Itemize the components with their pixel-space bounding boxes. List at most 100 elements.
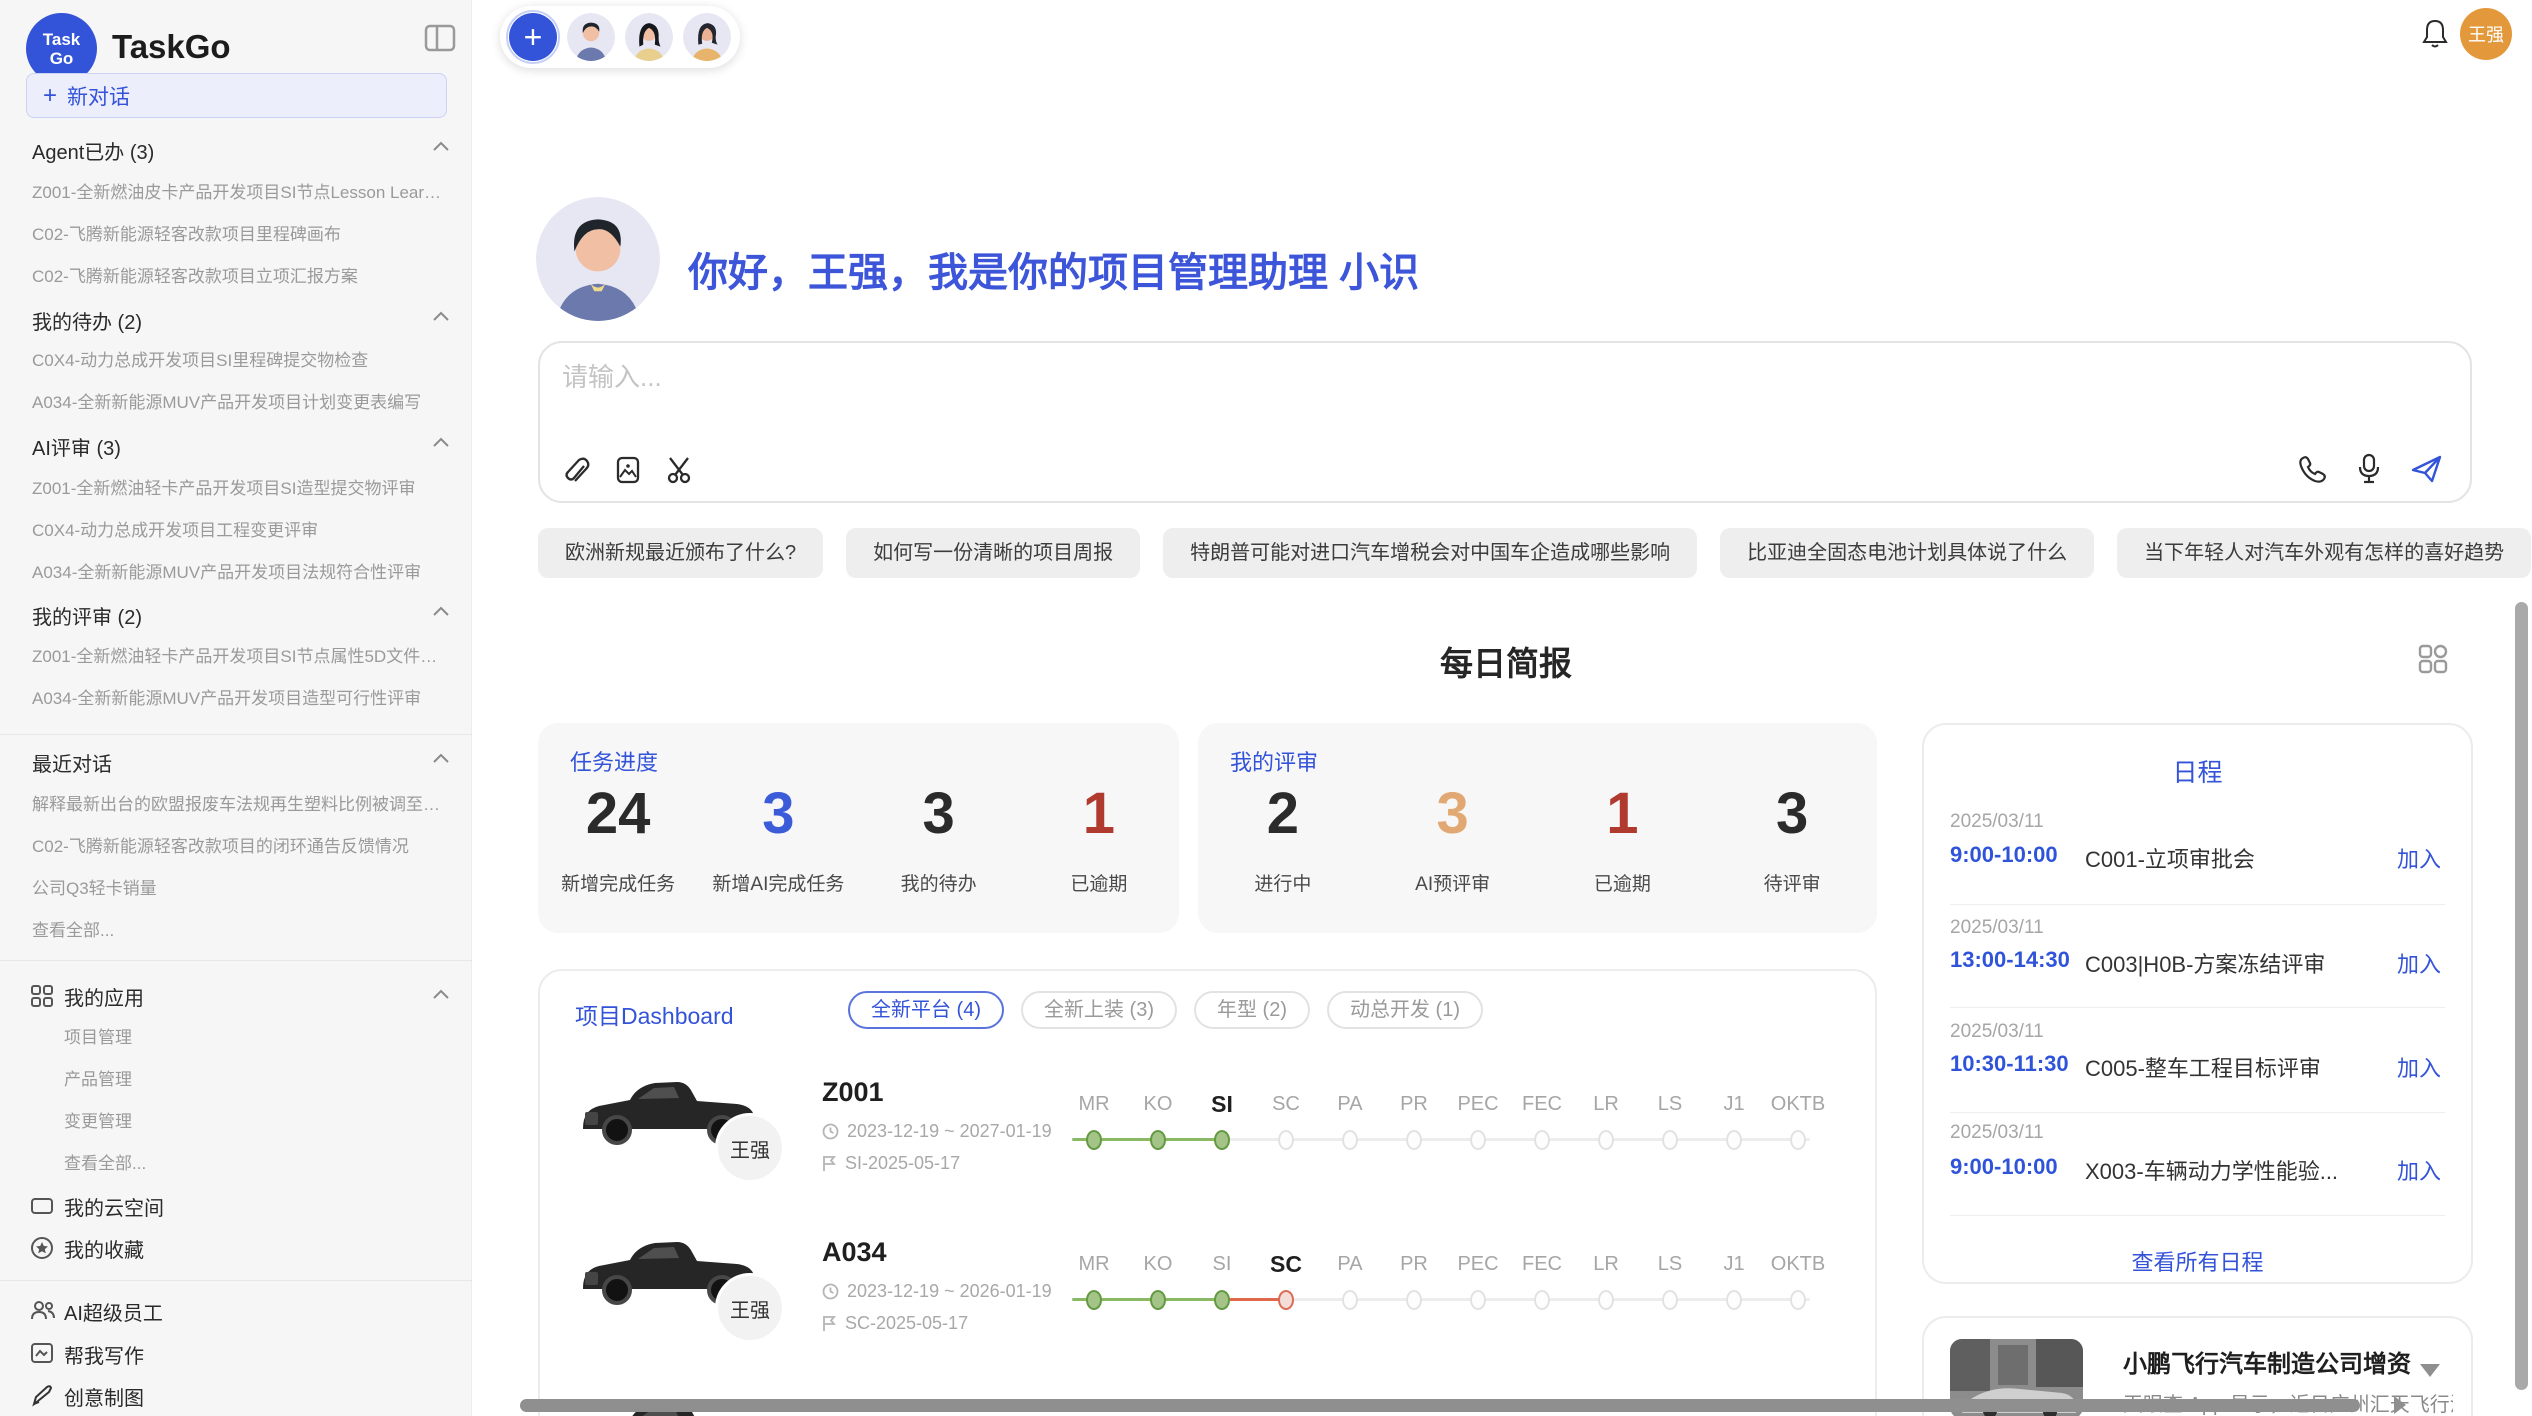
divider [0, 734, 472, 735]
tab-model-year[interactable]: 年型 (2) [1194, 991, 1310, 1029]
list-item[interactable]: C02-飞腾新能源轻客改款项目立项汇报方案 [32, 262, 444, 287]
scissors-icon[interactable] [666, 455, 696, 485]
stat-new-ai-done: 3新增AI完成任务 [698, 785, 858, 896]
section-recent-chats[interactable]: 最近对话 [32, 748, 112, 777]
notification-bell-icon[interactable] [2420, 18, 2450, 50]
list-item[interactable]: A034-全新新能源MUV产品开发项目计划变更表编写 [32, 388, 444, 413]
news-title: 小鹏飞行汽车制造公司增资 [2123, 1344, 2411, 1379]
agent-avatar-3[interactable] [683, 13, 731, 61]
chevron-up-icon[interactable] [432, 752, 450, 764]
view-all-chats-link[interactable]: 查看全部... [32, 916, 444, 941]
join-event-link[interactable]: 加入 [2397, 1051, 2441, 1083]
sidebar-item-creative-drawing[interactable]: 创意制图 [64, 1382, 144, 1411]
chevron-up-icon[interactable] [432, 605, 450, 617]
scroll-right-arrow-icon[interactable] [2394, 1396, 2406, 1414]
apps-grid-icon [30, 984, 54, 1008]
vertical-scrollbar[interactable] [2515, 602, 2528, 1390]
join-event-link[interactable]: 加入 [2397, 947, 2441, 979]
view-all-schedule-link[interactable]: 查看所有日程 [1924, 1245, 2471, 1277]
section-agent-done[interactable]: Agent已办 (3) [32, 136, 154, 165]
event-name: C005-整车工程目标评审 [2085, 1051, 2321, 1083]
project-flag-milestone: SC-2025-05-17 [822, 1313, 968, 1334]
sidebar-item-favorites[interactable]: 我的收藏 [64, 1234, 144, 1263]
divider [1950, 904, 2445, 905]
sidebar-item-ai-staff[interactable]: AI超级员工 [64, 1297, 163, 1326]
milestone-track [1062, 1290, 1830, 1310]
new-chat-button[interactable]: + 新对话 [26, 73, 447, 118]
list-item[interactable]: A034-全新新能源MUV产品开发项目法规符合性评审 [32, 558, 444, 583]
list-item[interactable]: C02-飞腾新能源轻客改款项目的闭环通告反馈情况 [32, 832, 444, 857]
greeting-text: 你好，王强，我是你的项目管理助理 小识 [688, 240, 1419, 298]
phone-icon[interactable] [2298, 454, 2328, 484]
view-all-apps-link[interactable]: 查看全部... [64, 1149, 444, 1174]
tab-new-platform[interactable]: 全新平台 (4) [848, 991, 1004, 1029]
section-ai-review[interactable]: AI评审 (3) [32, 432, 121, 461]
daily-briefing-title: 每日简报 [538, 637, 2474, 685]
writing-icon [30, 1342, 54, 1364]
list-item[interactable]: Z001-全新燃油轻卡产品开发项目SI造型提交物评审 [32, 474, 444, 499]
horizontal-scrollbar[interactable] [520, 1399, 2360, 1412]
assistant-avatar [536, 197, 660, 321]
divider [0, 1280, 472, 1281]
list-item[interactable]: 公司Q3轻卡销量 [32, 874, 444, 899]
chevron-up-icon[interactable] [432, 988, 450, 1000]
clock-icon [822, 1123, 839, 1140]
agent-avatar-1[interactable] [567, 13, 615, 61]
sidebar-item-change-mgmt[interactable]: 变更管理 [64, 1107, 444, 1132]
tab-powertrain[interactable]: 动总开发 (1) [1327, 991, 1483, 1029]
flag-icon [822, 1155, 837, 1172]
suggestion-chip[interactable]: 如何写一份清晰的项目周报 [846, 528, 1140, 578]
list-item[interactable]: C0X4-动力总成开发项目工程变更评审 [32, 516, 444, 541]
section-my-todo[interactable]: 我的待办 (2) [32, 306, 142, 335]
list-item[interactable]: C0X4-动力总成开发项目SI里程碑提交物检查 [32, 346, 444, 371]
list-item[interactable]: Z001-全新燃油皮卡产品开发项目SI节点Lesson Learn报告 [32, 178, 444, 203]
section-my-review[interactable]: 我的评审 (2) [32, 601, 142, 630]
project-code: A034 [822, 1237, 887, 1268]
project-row[interactable]: 王强 Z001 2023-12-19 ~ 2027-01-19 SI-2025-… [540, 1061, 1877, 1221]
add-agent-button[interactable]: + [509, 13, 557, 61]
sidebar-item-help-writing[interactable]: 帮我写作 [64, 1340, 144, 1369]
chevron-up-icon[interactable] [432, 140, 450, 152]
stat-ai-prereview: 3AI预评审 [1368, 785, 1538, 896]
suggestion-chip[interactable]: 当下年轻人对汽车外观有怎样的喜好趋势 [2117, 528, 2531, 578]
suggestion-chip[interactable]: 欧洲新规最近颁布了什么? [538, 528, 823, 578]
stat-review-overdue: 1已逾期 [1538, 785, 1708, 896]
sidebar-item-my-apps[interactable]: 我的应用 [64, 982, 144, 1011]
app-title: TaskGo [112, 28, 231, 66]
suggestion-chips: 欧洲新规最近颁布了什么? 如何写一份清晰的项目周报 特朗普可能对进口汽车增税会对… [538, 528, 2531, 578]
event-time: 9:00-10:00 [1950, 1154, 2058, 1180]
project-row[interactable]: 王强 A034 2023-12-19 ~ 2026-01-19 SC-2025-… [540, 1221, 1877, 1381]
event-time: 13:00-14:30 [1950, 947, 2070, 973]
event-name: C001-立项审批会 [2085, 842, 2255, 874]
event-date: 2025/03/11 [1950, 917, 2044, 939]
join-event-link[interactable]: 加入 [2397, 1154, 2441, 1186]
list-item[interactable]: Z001-全新燃油轻卡产品开发项目SI节点属性5D文件评审 [32, 642, 444, 667]
image-icon[interactable] [614, 455, 642, 485]
chat-input[interactable] [562, 357, 2262, 417]
divider [0, 960, 472, 961]
sidebar-collapse-icon[interactable] [424, 24, 456, 52]
suggestion-chip[interactable]: 特朗普可能对进口汽车增税会对中国车企造成哪些影响 [1163, 528, 1697, 578]
dashboard-tabs: 全新平台 (4) 全新上装 (3) 年型 (2) 动总开发 (1) [848, 991, 1483, 1029]
tab-new-body[interactable]: 全新上装 (3) [1021, 991, 1177, 1029]
attachment-icon[interactable] [562, 455, 590, 485]
chevron-up-icon[interactable] [432, 310, 450, 322]
list-item[interactable]: A034-全新新能源MUV产品开发项目造型可行性评审 [32, 684, 444, 709]
send-icon[interactable] [2410, 453, 2444, 485]
scroll-down-arrow-icon[interactable] [2420, 1364, 2440, 1377]
sidebar-item-project-mgmt[interactable]: 项目管理 [64, 1023, 444, 1048]
agent-avatar-2[interactable] [625, 13, 673, 61]
event-date: 2025/03/11 [1950, 1122, 2044, 1144]
sidebar-item-cloud-space[interactable]: 我的云空间 [64, 1192, 164, 1221]
flag-icon [822, 1315, 837, 1332]
briefing-layout-icon[interactable] [2414, 640, 2452, 678]
sidebar-item-product-mgmt[interactable]: 产品管理 [64, 1065, 444, 1090]
list-item[interactable]: 解释最新出台的欧盟报废车法规再生塑料比例被调至15%... [32, 790, 444, 815]
chevron-up-icon[interactable] [432, 436, 450, 448]
join-event-link[interactable]: 加入 [2397, 842, 2441, 874]
suggestion-chip[interactable]: 比亚迪全固态电池计划具体说了什么 [1720, 528, 2094, 578]
user-avatar[interactable]: 王强 [2460, 8, 2512, 60]
list-item[interactable]: C02-飞腾新能源轻客改款项目里程碑画布 [32, 220, 444, 245]
microphone-icon[interactable] [2356, 453, 2382, 485]
task-progress-title: 任务进度 [570, 745, 658, 777]
